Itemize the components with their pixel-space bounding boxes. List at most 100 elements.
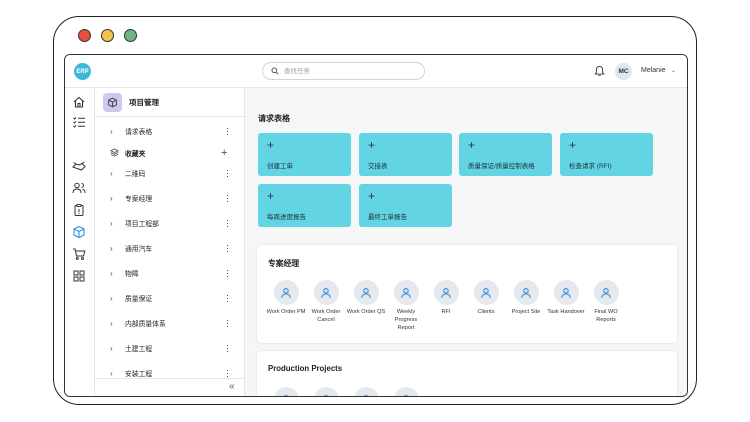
add-favorite-icon[interactable]: + [221, 147, 227, 159]
plus-icon: + [267, 189, 275, 203]
plus-icon: + [468, 138, 476, 152]
collapse-panel-button[interactable]: « [229, 381, 235, 392]
shortcut-chip[interactable]: RFI [426, 280, 466, 316]
request-form-tile[interactable]: + 创建工单 [258, 133, 351, 176]
shortcut-label: Work Order PM [266, 309, 306, 315]
request-form-tile[interactable]: + 交接表 [359, 133, 452, 176]
panel-item[interactable]: › 质量保证 ⋯ [95, 288, 244, 308]
tile-label: 检查请求 (RFI) [569, 163, 612, 170]
shortcut-chip[interactable]: Weekly Progress Report [386, 280, 426, 332]
request-form-tile[interactable]: + 最终工单报告 [359, 184, 452, 227]
tile-label: 最终工单报告 [368, 214, 407, 221]
user-icon [393, 387, 419, 396]
grid-icon[interactable] [72, 269, 86, 283]
bell-icon[interactable] [594, 65, 605, 77]
shortcut-label: Task Handover [547, 309, 585, 315]
layers-icon [109, 147, 120, 159]
search-box[interactable] [262, 62, 425, 80]
chevron-right-icon: › [110, 218, 113, 228]
request-form-tile[interactable]: + 每周进度报告 [258, 184, 351, 227]
panel-item[interactable]: › 专案经理 ⋯ [95, 188, 244, 208]
shortcut-label: Clients [477, 309, 495, 315]
chevron-right-icon: › [110, 293, 113, 303]
shortcut-chip[interactable]: Project Site [506, 280, 546, 316]
shortcut-chip[interactable] [386, 387, 426, 396]
shortcut-chip[interactable]: Task Handover [546, 280, 586, 316]
cart-icon[interactable] [72, 247, 86, 261]
logo-text: ERP [76, 68, 89, 75]
shortcut-chip[interactable]: Work Order QS [346, 280, 386, 316]
panel-item-label: 项目工程部 [125, 221, 159, 228]
panel-item-label: 请求表格 [125, 129, 153, 136]
shortcut-chip[interactable]: Clients [466, 280, 506, 316]
shortcut-label: Work Order QS [346, 309, 386, 315]
panel-item-label: 物障 [125, 271, 139, 278]
panel-title: 项目管理 [129, 98, 159, 107]
search-input[interactable] [284, 67, 414, 75]
minimize-window-button[interactable] [101, 29, 114, 42]
avatar[interactable]: MC [615, 63, 632, 80]
panel-item-label: 质量保证 [125, 296, 153, 303]
cube-icon [103, 93, 122, 112]
shortcut-chip[interactable]: Final WO Reports [586, 280, 626, 324]
shortcut-chip[interactable] [346, 387, 386, 396]
panel-item[interactable]: › 项目工程部 ⋯ [95, 213, 244, 233]
shortcut-chip[interactable] [306, 387, 346, 396]
panel-item[interactable]: › 通用汽车 ⋯ [95, 238, 244, 258]
chevron-right-icon: › [110, 168, 113, 178]
shortcut-label: Project Site [511, 309, 541, 315]
panel-item-label: 专案经理 [125, 196, 153, 203]
user-name[interactable]: Melanie [641, 67, 666, 74]
favorites-section[interactable]: 收藏夹 + [95, 143, 244, 163]
user-icon [353, 280, 379, 305]
more-options-icon[interactable]: ⋯ [223, 127, 233, 136]
tile-label: 交接表 [368, 163, 388, 170]
shortcut-label: RFI [441, 309, 451, 315]
users-icon[interactable] [72, 181, 86, 195]
panel-item-label: 通用汽车 [125, 246, 153, 253]
more-options-icon[interactable]: ⋯ [223, 319, 233, 328]
more-options-icon[interactable]: ⋯ [223, 169, 233, 178]
close-window-button[interactable] [78, 29, 91, 42]
tile-label: 创建工单 [267, 163, 293, 170]
shortcut-chip[interactable]: Work Order Cancel [306, 280, 346, 324]
plus-icon: + [368, 138, 376, 152]
shortcut-chip[interactable] [266, 387, 306, 396]
task-list-icon[interactable] [72, 115, 86, 129]
handshake-icon[interactable] [72, 159, 86, 173]
more-options-icon[interactable]: ⋯ [223, 344, 233, 353]
more-options-icon[interactable]: ⋯ [223, 219, 233, 228]
clipboard-icon[interactable] [72, 203, 86, 217]
more-options-icon[interactable]: ⋯ [223, 194, 233, 203]
home-icon[interactable] [72, 95, 86, 109]
window-controls [78, 29, 137, 42]
more-options-icon[interactable]: ⋯ [223, 244, 233, 253]
panel-item[interactable]: › 内部质量体系 ⋯ [95, 313, 244, 333]
request-form-tile[interactable]: + 检查请求 (RFI) [560, 133, 653, 176]
tile-label: 质量保证/质量控制表格 [468, 163, 535, 170]
panel-item[interactable]: › 请求表格 ⋯ [95, 121, 244, 141]
chevron-down-icon[interactable]: ⌄ [671, 67, 676, 74]
erp-logo[interactable]: ERP [74, 63, 91, 80]
search-icon [271, 67, 279, 75]
user-icon [393, 280, 419, 305]
card-production-projects: Production Projects [257, 351, 677, 396]
card-project-manager: 专案经理 Work Order PM Work Order Cancel Work … [257, 245, 677, 343]
panel-item[interactable]: › 土建工程 ⋯ [95, 338, 244, 358]
more-options-icon[interactable]: ⋯ [223, 369, 233, 378]
panel-item[interactable]: › 物障 ⋯ [95, 263, 244, 283]
user-icon [353, 387, 379, 396]
maximize-window-button[interactable] [124, 29, 137, 42]
more-options-icon[interactable]: ⋯ [223, 269, 233, 278]
user-icon [553, 280, 579, 305]
shortcut-label: Work Order Cancel [311, 309, 341, 323]
shortcut-chip[interactable]: Work Order PM [266, 280, 306, 316]
panel-item[interactable]: › 二维码 ⋯ [95, 163, 244, 183]
card-title: 专案经理 [268, 259, 300, 268]
more-options-icon[interactable]: ⋯ [223, 294, 233, 303]
cube-icon[interactable] [72, 225, 86, 239]
panel-item-label: 收藏夹 [125, 151, 146, 158]
user-icon [313, 387, 339, 396]
project-panel: 项目管理 › 请求表格 ⋯ 收藏夹 + › 二维码 ⋯ › 专案经理 ⋯ › 项目工程部 ⋯ › 通用汽车 ⋯ ›… [95, 88, 245, 396]
request-form-tile[interactable]: + 质量保证/质量控制表格 [459, 133, 552, 176]
